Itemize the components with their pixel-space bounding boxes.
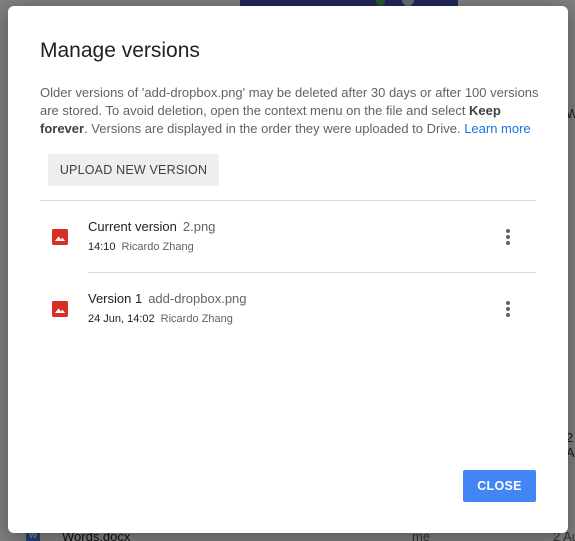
more-options-button[interactable] xyxy=(494,295,522,323)
description-text: Older versions of 'add-dropbox.png' may … xyxy=(40,85,539,118)
version-label: Current version xyxy=(88,219,177,234)
upload-new-version-button[interactable]: UPLOAD NEW VERSION xyxy=(48,154,219,186)
version-title: Version 1 add-dropbox.png xyxy=(88,291,247,306)
more-vert-icon xyxy=(506,229,510,245)
version-user: Ricardo Zhang xyxy=(160,313,233,325)
version-user: Ricardo Zhang xyxy=(121,241,194,253)
description-text: . Versions are displayed in the order th… xyxy=(84,121,465,136)
version-row-1: Version 1 add-dropbox.png 24 Jun, 14:02 Ri… xyxy=(40,273,536,345)
version-meta: 24 Jun, 14:02 Ricardo Zhang xyxy=(88,313,233,325)
version-file-name: add-dropbox.png xyxy=(148,291,247,306)
learn-more-link[interactable]: Learn more xyxy=(464,121,530,136)
version-title: Current version 2.png xyxy=(88,219,215,234)
image-file-icon xyxy=(52,229,68,245)
close-button[interactable]: CLOSE xyxy=(463,470,536,502)
version-row-current: Current version 2.png 14:10 Ricardo Zhang xyxy=(40,201,536,273)
version-file-name: 2.png xyxy=(182,219,216,234)
image-file-icon xyxy=(52,301,68,317)
version-label: Version 1 xyxy=(88,291,143,306)
more-options-button[interactable] xyxy=(494,223,522,251)
version-time: 14:10 xyxy=(88,241,116,253)
version-meta: 14:10 Ricardo Zhang xyxy=(88,241,194,253)
manage-versions-dialog: Manage versions Older versions of 'add-d… xyxy=(8,6,568,533)
more-vert-icon xyxy=(506,301,510,317)
dialog-title: Manage versions xyxy=(40,39,200,62)
version-time: 24 Jun, 14:02 xyxy=(88,313,155,325)
dialog-description: Older versions of 'add-dropbox.png' may … xyxy=(40,84,544,138)
